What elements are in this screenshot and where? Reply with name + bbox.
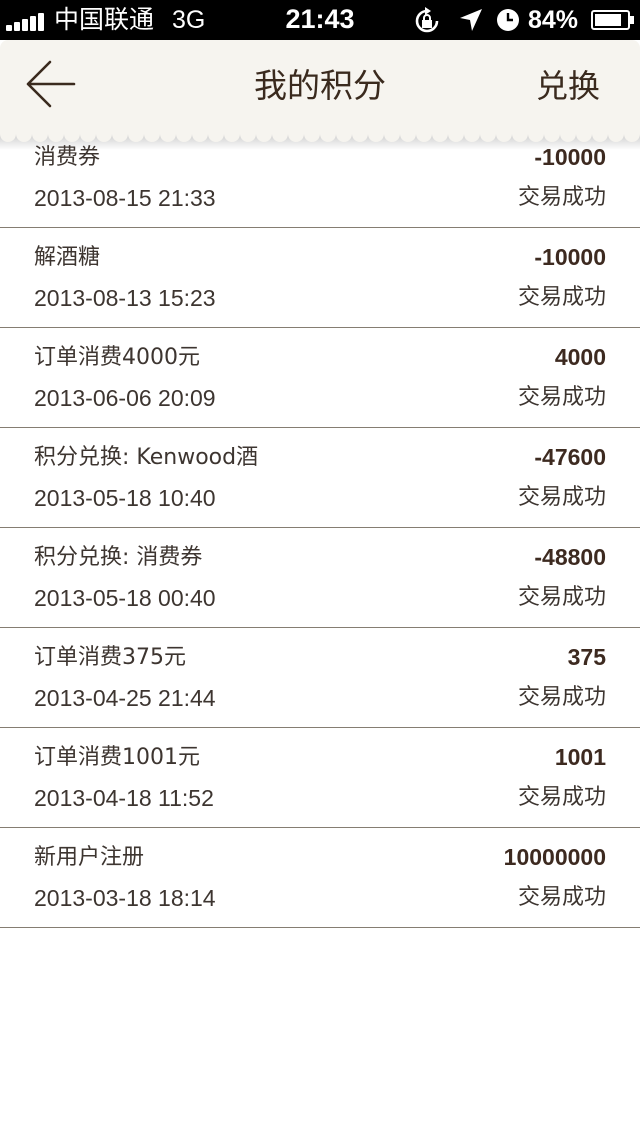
transaction-title: 订单消费1001元 (34, 745, 200, 770)
transaction-title: 新用户注册 (34, 845, 145, 870)
transaction-row[interactable]: 解酒糖 -10000 2013-08-13 15:23 交易成功 (0, 228, 640, 328)
transaction-title: 订单消费375元 (34, 645, 186, 670)
transaction-datetime: 2013-05-18 00:40 (34, 585, 216, 611)
transaction-status: 交易成功 (517, 585, 606, 610)
transaction-points: 375 (567, 644, 606, 670)
transaction-datetime: 2013-03-18 18:14 (34, 885, 216, 911)
transaction-status: 交易成功 (517, 485, 606, 510)
transaction-status: 交易成功 (517, 385, 606, 410)
battery-icon (591, 10, 634, 30)
transaction-row[interactable]: 订单消费1001元 1001 2013-04-18 11:52 交易成功 (0, 728, 640, 828)
transaction-title: 积分兑换: Kenwood酒 (34, 445, 259, 470)
transaction-datetime: 2013-04-18 11:52 (34, 785, 214, 811)
transaction-row[interactable]: 订单消费4000元 4000 2013-06-06 20:09 交易成功 (0, 328, 640, 428)
transaction-points: 10000000 (503, 844, 606, 870)
transaction-row[interactable]: 积分兑换: 消费券 -48800 2013-05-18 00:40 交易成功 (0, 528, 640, 628)
battery-percentage: 84% (528, 6, 579, 34)
transaction-status: 交易成功 (517, 285, 606, 310)
transaction-title: 订单消费4000元 (34, 345, 200, 370)
transaction-points: 1001 (554, 744, 606, 770)
transaction-datetime: 2013-08-15 21:33 (34, 185, 216, 211)
points-transaction-list: 消费券 -10000 2013-08-15 21:33 交易成功 解酒糖 -10… (0, 128, 640, 928)
transaction-status: 交易成功 (517, 185, 606, 210)
transaction-points: 4000 (554, 344, 606, 370)
transaction-title: 解酒糖 (34, 245, 101, 270)
transaction-datetime: 2013-08-13 15:23 (34, 285, 216, 311)
transaction-datetime: 2013-06-06 20:09 (34, 385, 216, 411)
transaction-status: 交易成功 (517, 685, 606, 710)
transaction-datetime: 2013-05-18 10:40 (34, 485, 216, 511)
transaction-datetime: 2013-04-25 21:44 (34, 685, 216, 711)
back-arrow-icon[interactable] (22, 56, 78, 112)
transaction-points: -47600 (534, 444, 606, 470)
transaction-points: -10000 (534, 244, 606, 270)
navigation-bar: 我的积分 兑换 (0, 40, 640, 132)
screen: 中国联通 3G 21:43 84% 我的积分 兑换 消费券 -10000 201… (0, 0, 640, 1136)
transaction-status: 交易成功 (517, 785, 606, 810)
transaction-points: -48800 (534, 544, 606, 570)
alarm-clock-icon (497, 9, 519, 31)
transaction-row[interactable]: 订单消费375元 375 2013-04-25 21:44 交易成功 (0, 628, 640, 728)
transaction-title: 积分兑换: 消费券 (34, 545, 203, 570)
location-icon (460, 9, 482, 31)
status-bar: 中国联通 3G 21:43 84% (0, 0, 640, 40)
exchange-button[interactable]: 兑换 (536, 66, 600, 106)
transaction-row[interactable]: 新用户注册 10000000 2013-03-18 18:14 交易成功 (0, 828, 640, 928)
scalloped-header-edge (0, 126, 640, 150)
transaction-row[interactable]: 积分兑换: Kenwood酒 -47600 2013-05-18 10:40 交… (0, 428, 640, 528)
rotation-lock-icon (415, 7, 439, 33)
transaction-status: 交易成功 (517, 885, 606, 910)
